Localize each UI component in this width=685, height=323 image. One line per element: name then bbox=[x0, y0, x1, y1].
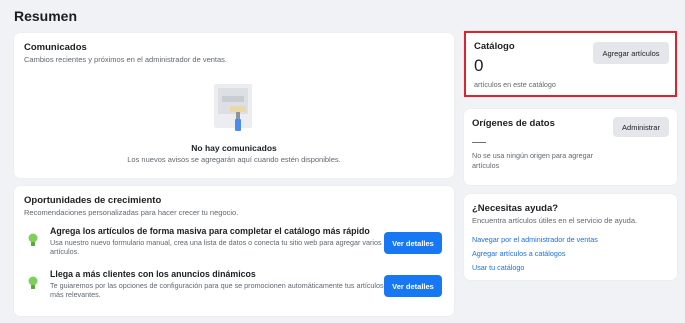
opportunity-item: Llega a más clientes con los anuncios di… bbox=[24, 269, 444, 309]
opportunity-title: Llega a más clientes con los anuncios di… bbox=[50, 269, 256, 279]
announcements-card: Comunicados Cambios recientes y próximos… bbox=[14, 33, 454, 178]
growth-opportunities-subtitle: Recomendaciones personalizadas para hace… bbox=[24, 208, 239, 217]
help-subtitle: Encuentra artículos útiles en el servici… bbox=[472, 216, 638, 225]
announcements-title: Comunicados bbox=[24, 42, 87, 53]
view-details-button[interactable]: Ver detalles bbox=[384, 275, 442, 297]
opportunity-item: Agrega los artículos de forma masiva par… bbox=[24, 226, 444, 266]
growth-opportunities-card: Oportunidades de crecimiento Recomendaci… bbox=[14, 186, 454, 316]
lightbulb-icon bbox=[28, 276, 38, 289]
page-title: Resumen bbox=[14, 8, 78, 24]
help-link-use-catalog[interactable]: Usar tu catálogo bbox=[472, 263, 669, 272]
paint-roller-illustration-icon bbox=[214, 84, 252, 131]
catalog-subtitle: artículos en este catálogo bbox=[474, 80, 556, 89]
data-sources-subtitle: No se usa ningún origen para agregar art… bbox=[472, 151, 594, 170]
opportunity-description: Usa nuestro nuevo formulario manual, cre… bbox=[50, 238, 382, 257]
view-details-button[interactable]: Ver detalles bbox=[384, 232, 442, 254]
help-link-sales-manager[interactable]: Navegar por el administrador de ventas bbox=[472, 235, 669, 244]
lightbulb-icon bbox=[28, 233, 38, 246]
empty-state-subtitle: Los nuevos avisos se agregarán aquí cuan… bbox=[127, 155, 341, 164]
growth-opportunities-title: Oportunidades de crecimiento bbox=[24, 195, 162, 206]
add-items-button[interactable]: Agregar artículos bbox=[593, 42, 669, 64]
catalog-card: Catálogo 0 artículos en este catálogo Ag… bbox=[464, 31, 677, 97]
opportunity-description: Te guiaremos por las opciones de configu… bbox=[50, 281, 384, 300]
manage-button[interactable]: Administrar bbox=[613, 117, 669, 137]
help-link-add-items[interactable]: Agregar artículos a catálogos bbox=[472, 249, 669, 258]
announcements-subtitle: Cambios recientes y próximos en el admin… bbox=[24, 55, 228, 64]
empty-state-title: No hay comunicados bbox=[191, 143, 277, 153]
data-sources-card: Orígenes de datos — No se usa ningún ori… bbox=[464, 109, 677, 185]
help-title: ¿Necesitas ayuda? bbox=[472, 203, 559, 214]
opportunity-title: Agrega los artículos de forma masiva par… bbox=[50, 226, 370, 236]
help-card: ¿Necesitas ayuda? Encuentra artículos út… bbox=[464, 194, 677, 280]
